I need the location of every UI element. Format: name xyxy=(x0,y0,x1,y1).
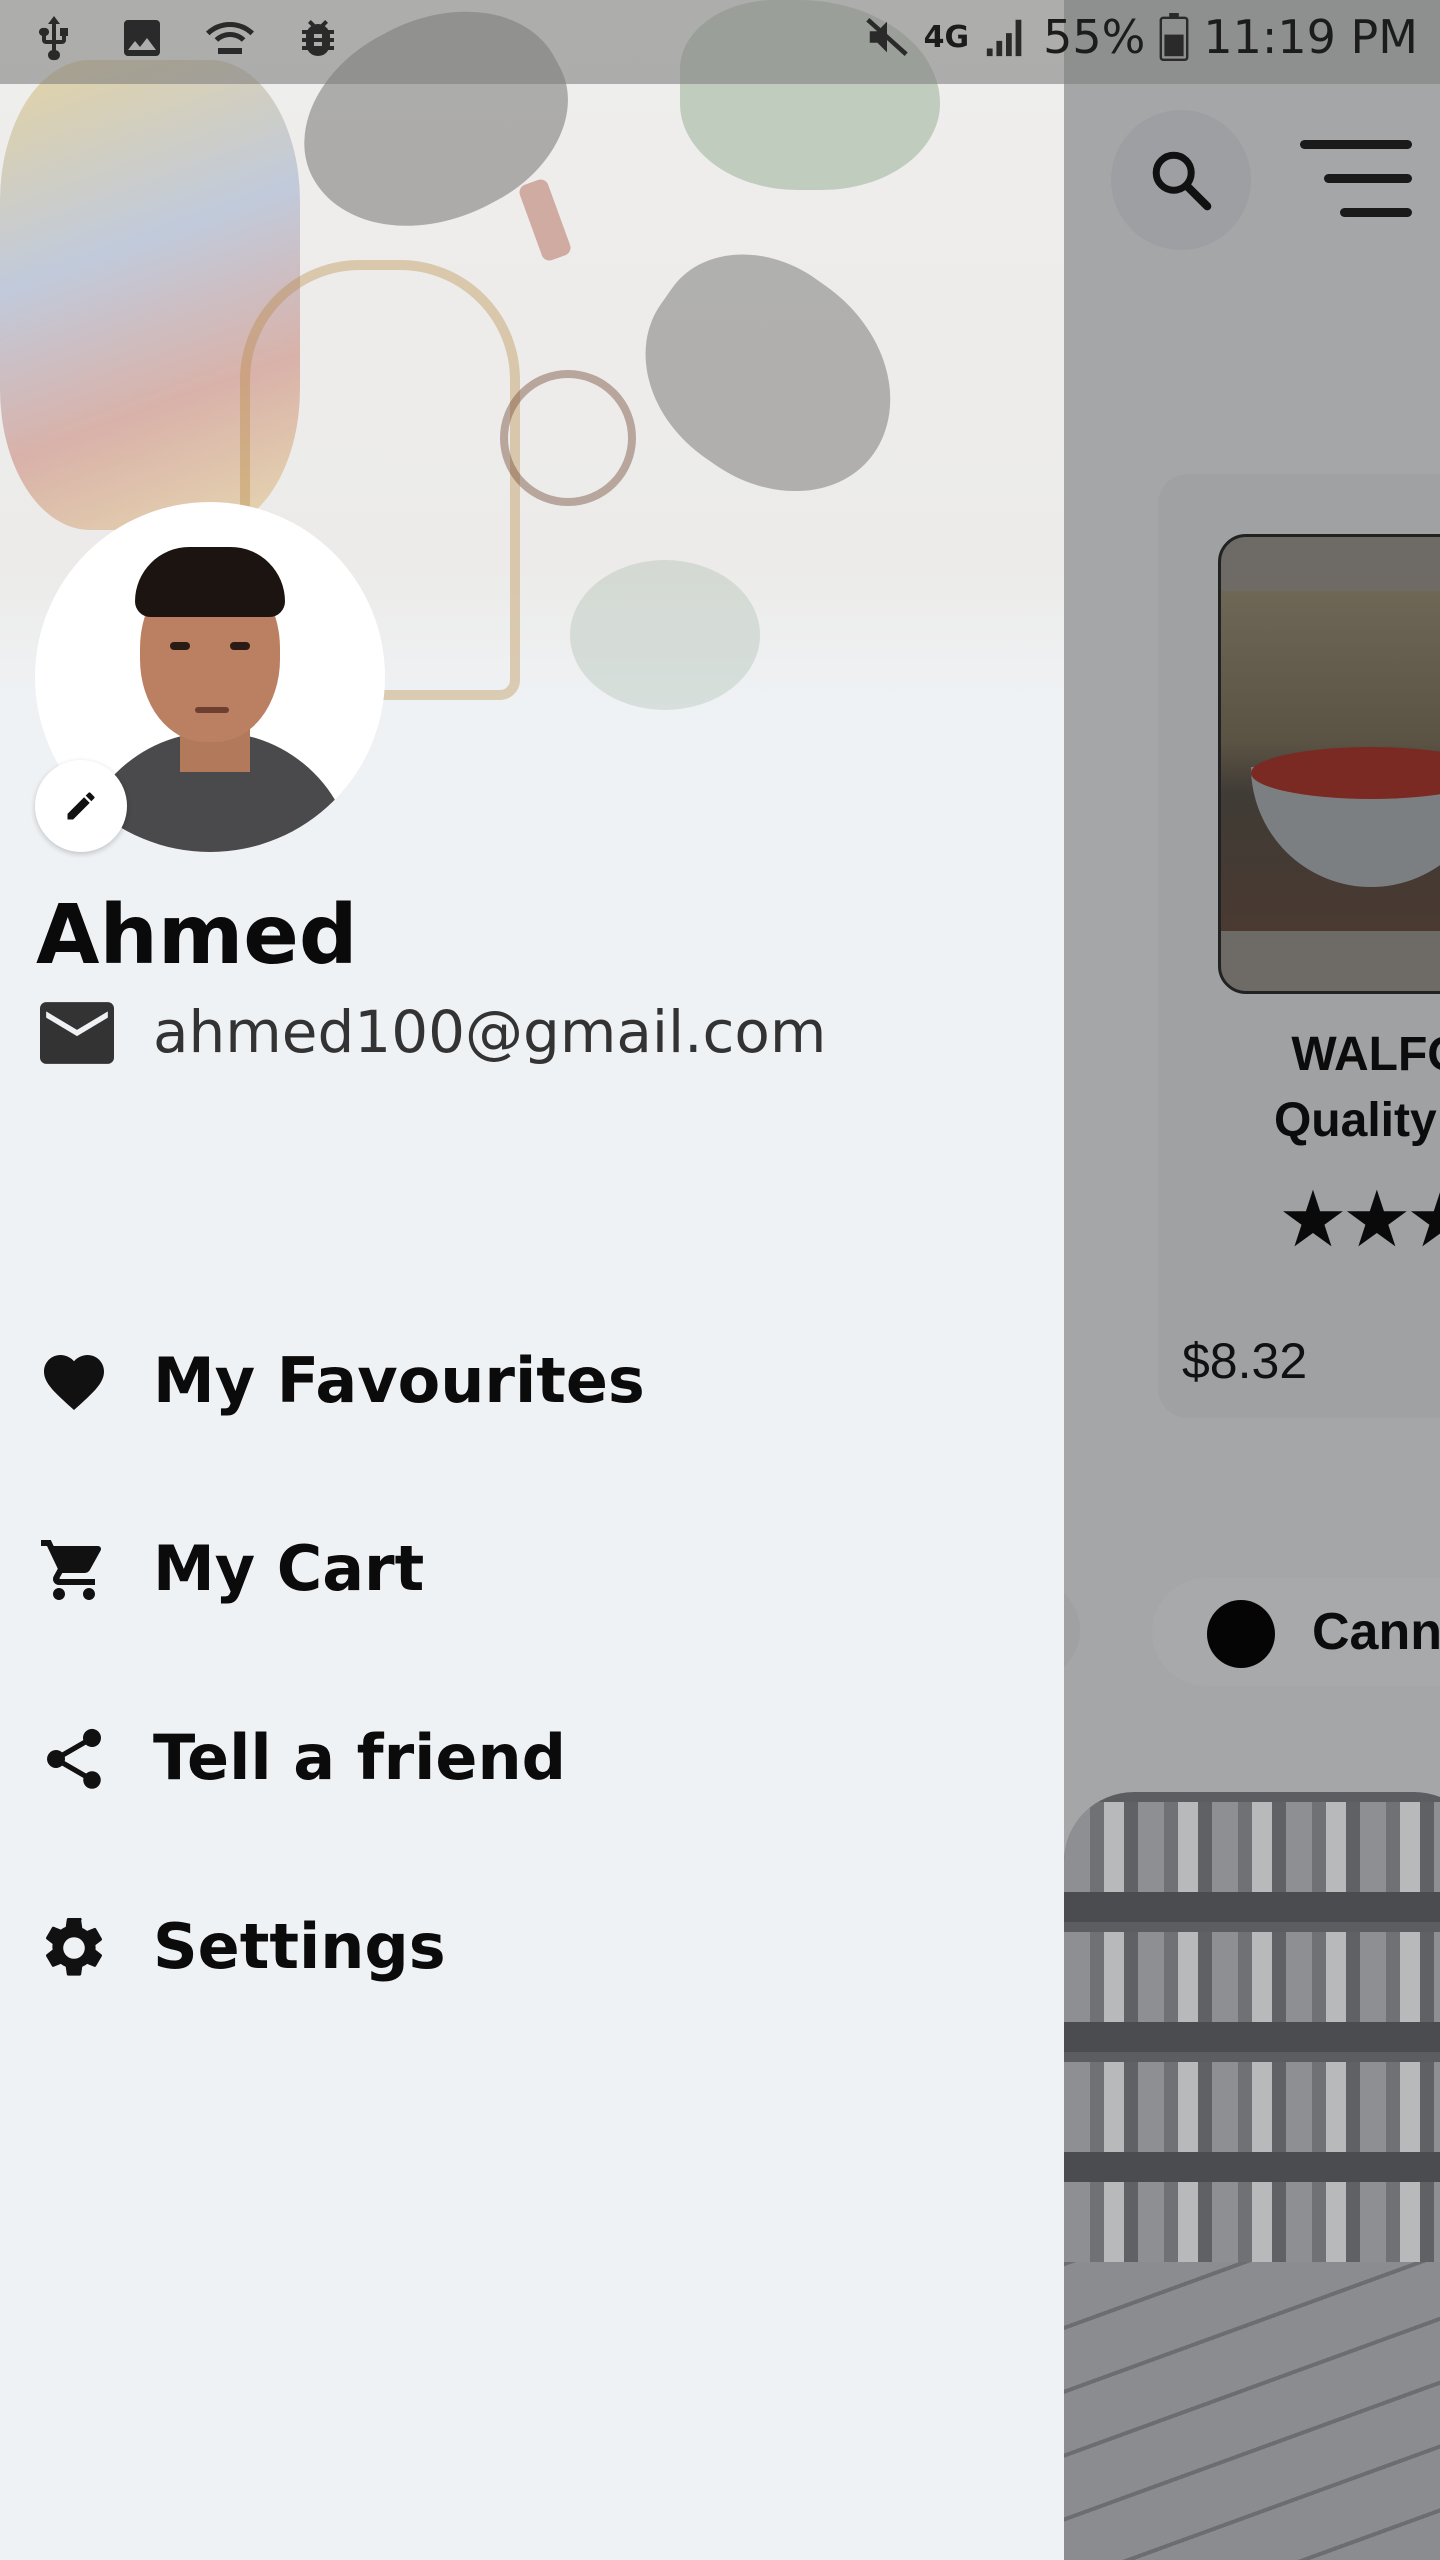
edit-profile-button[interactable] xyxy=(35,760,127,852)
menu-item-label: My Favourites xyxy=(153,1344,645,1417)
heart-icon xyxy=(44,1355,104,1411)
category-chip-label: Cann xyxy=(1312,1603,1440,1661)
image-icon xyxy=(124,20,160,56)
category-chip[interactable]: Cann xyxy=(1152,1578,1440,1686)
menu-item-cart[interactable]: My Cart xyxy=(0,1494,1064,1644)
network-type: 4G xyxy=(923,19,970,55)
usb-icon xyxy=(38,16,68,61)
user-name: Ahmed xyxy=(36,888,358,983)
store-banner-image[interactable] xyxy=(1064,1792,1440,2560)
signal-icon xyxy=(986,19,1022,57)
mail-icon xyxy=(40,1002,114,1064)
pencil-icon xyxy=(67,792,95,820)
mute-icon xyxy=(865,18,908,56)
menu-item-label: Tell a friend xyxy=(153,1721,566,1794)
search-button[interactable] xyxy=(1111,110,1251,250)
menu-item-favourites[interactable]: My Favourites xyxy=(0,1306,1064,1456)
menu-item-tell-a-friend[interactable]: Tell a friend xyxy=(0,1683,1064,1833)
menu-item-label: My Cart xyxy=(153,1532,425,1605)
search-icon xyxy=(1152,151,1212,211)
menu-item-settings[interactable]: Settings xyxy=(0,1872,1064,2022)
cart-icon xyxy=(41,1540,102,1600)
navigation-drawer: Ahmed ahmed100@gmail.com My Favourites M… xyxy=(0,0,1064,2560)
debug-icon xyxy=(302,20,334,56)
product-card[interactable]: WALFO Quality S ★★★ $8.32 xyxy=(1158,474,1440,1418)
product-image xyxy=(1218,534,1440,994)
menu-item-label: Settings xyxy=(153,1910,446,1983)
wifi-hotspot-icon xyxy=(206,22,254,54)
user-email: ahmed100@gmail.com xyxy=(153,998,827,1066)
status-bar: 4G 55% 11:19 PM xyxy=(0,0,1440,84)
gear-icon xyxy=(45,1917,103,1976)
share-icon xyxy=(47,1728,102,1789)
product-title: WALFO Quality S xyxy=(1273,1028,1440,1147)
product-price: $8.32 xyxy=(1182,1333,1308,1389)
category-chip-icon xyxy=(1207,1600,1275,1668)
clock: 11:19 PM xyxy=(1203,10,1418,64)
product-rating: ★★★ xyxy=(1278,1175,1440,1263)
battery-icon xyxy=(1159,13,1189,61)
menu-button[interactable] xyxy=(1300,140,1412,220)
battery-percentage: 55% xyxy=(1043,10,1146,64)
